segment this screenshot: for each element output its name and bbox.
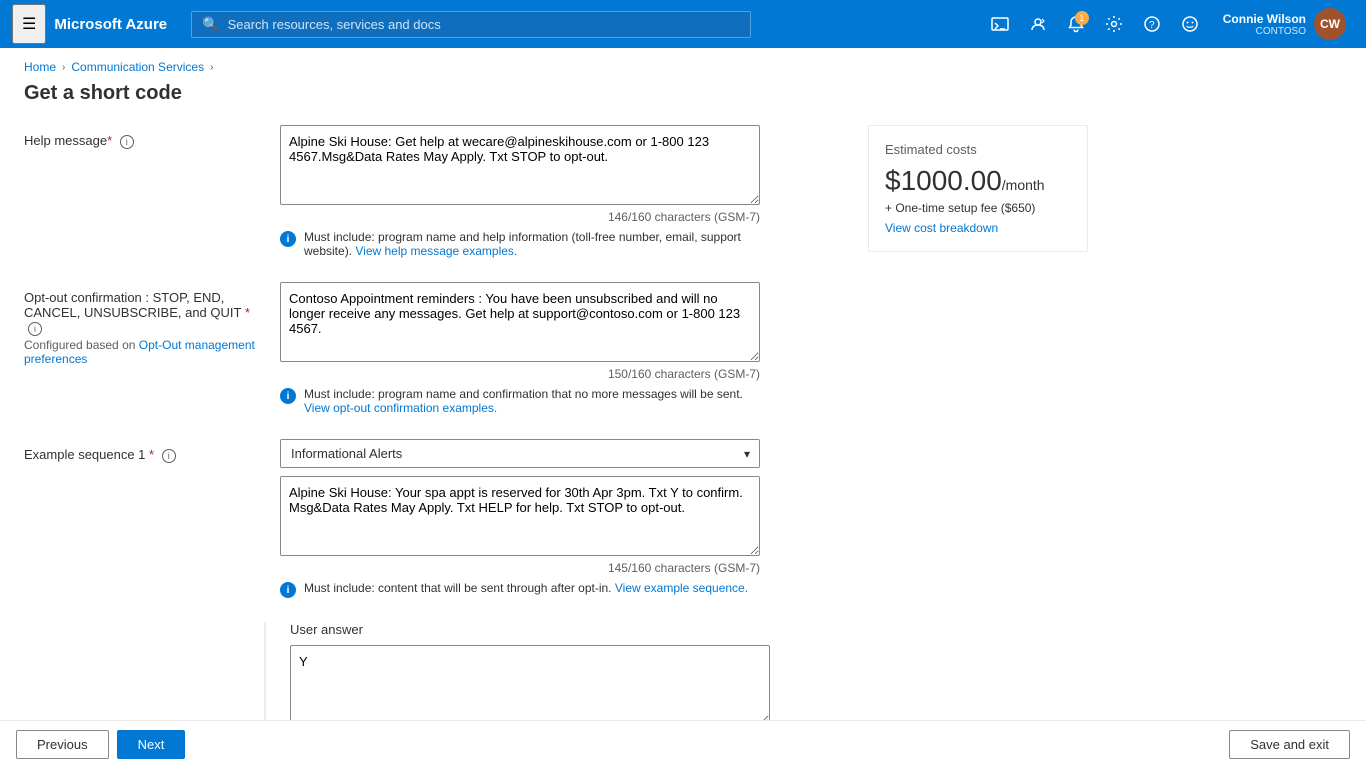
optout-info-msg: i Must include: program name and confirm…	[280, 387, 760, 415]
example-sequence-row: Example sequence 1 * i Informational Ale…	[24, 439, 844, 598]
next-button[interactable]: Next	[117, 730, 186, 759]
avatar: CW	[1314, 8, 1346, 40]
example-sequence-dropdown-container: Informational Alerts Promotional 2FA/OTP…	[280, 439, 760, 468]
main-content: Home › Communication Services › Get a sh…	[0, 48, 1366, 768]
help-message-info-circle: i	[280, 231, 296, 247]
bottom-bar: Previous Next Save and exit	[0, 720, 1366, 768]
breadcrumb-sep-1: ›	[62, 62, 65, 73]
example-sequence-info-circle: i	[280, 582, 296, 598]
cost-title: Estimated costs	[885, 142, 1071, 157]
help-message-link[interactable]: View help message examples.	[355, 244, 517, 258]
example-sequence-required: *	[149, 447, 154, 462]
user-answer-section: User answer Y 1/160 characters (GSM-7) R…	[264, 622, 844, 720]
optout-info-icon[interactable]: i	[28, 322, 42, 336]
help-button[interactable]: ?	[1135, 7, 1169, 41]
user-name: Connie Wilson	[1223, 12, 1306, 26]
example-sequence-textarea[interactable]: Alpine Ski House: Your spa appt is reser…	[280, 476, 760, 556]
user-info: Connie Wilson CONTOSO	[1223, 12, 1306, 37]
help-message-required: *	[107, 133, 112, 148]
example-sequence-label-col: Example sequence 1 * i	[24, 439, 264, 463]
help-message-char-count: 146/160 characters (GSM-7)	[280, 210, 760, 224]
optout-label-col: Opt-out confirmation : STOP, END, CANCEL…	[24, 282, 264, 366]
optout-sublabel: Configured based on Opt-Out management p…	[24, 338, 264, 366]
user-menu[interactable]: Connie Wilson CONTOSO CW	[1215, 4, 1354, 44]
help-message-textarea[interactable]: Alpine Ski House: Get help at wecare@alp…	[280, 125, 760, 205]
optout-info-circle: i	[280, 388, 296, 404]
example-sequence-info-msg: i Must include: content that will be sen…	[280, 581, 760, 598]
example-sequence-dropdown[interactable]: Informational Alerts Promotional 2FA/OTP…	[280, 439, 760, 468]
app-logo: Microsoft Azure	[54, 16, 167, 33]
help-message-info-text: Must include: program name and help info…	[304, 230, 760, 258]
breadcrumb-sep-2: ›	[210, 62, 213, 73]
example-sequence-field-col: Informational Alerts Promotional 2FA/OTP…	[280, 439, 844, 598]
content-area: Help message* i Alpine Ski House: Get he…	[0, 125, 1366, 720]
help-message-info-msg: i Must include: program name and help in…	[280, 230, 760, 258]
example-sequence-info-text: Must include: content that will be sent …	[304, 581, 748, 595]
example-sequence-label: Example sequence 1	[24, 447, 145, 462]
example-sequence-char-count: 145/160 characters (GSM-7)	[280, 561, 760, 575]
cost-amount-row: $1000.00/month	[885, 165, 1071, 197]
optout-textarea[interactable]: Contoso Appointment reminders : You have…	[280, 282, 760, 362]
help-message-info-icon[interactable]: i	[120, 135, 134, 149]
notification-badge: 1	[1075, 11, 1089, 25]
optout-label: Opt-out confirmation : STOP, END, CANCEL…	[24, 290, 241, 320]
breadcrumb-service[interactable]: Communication Services	[71, 60, 204, 74]
topnav-icon-group: 1 ?	[983, 7, 1207, 41]
cost-breakdown-link[interactable]: View cost breakdown	[885, 221, 1071, 235]
breadcrumb: Home › Communication Services ›	[0, 48, 1366, 78]
example-sequence-link[interactable]: View example sequence.	[615, 581, 748, 595]
breadcrumb-home[interactable]: Home	[24, 60, 56, 74]
cost-period: /month	[1002, 177, 1045, 193]
user-answer-textarea[interactable]: Y	[290, 645, 770, 720]
help-message-row: Help message* i Alpine Ski House: Get he…	[24, 125, 844, 258]
feedback-smiley-button[interactable]	[1173, 7, 1207, 41]
cloud-shell-button[interactable]	[983, 7, 1017, 41]
help-message-label: Help message	[24, 133, 107, 148]
optout-field-col: Contoso Appointment reminders : You have…	[280, 282, 844, 415]
notification-button[interactable]: 1	[1059, 7, 1093, 41]
user-answer-row: User answer Y 1/160 characters (GSM-7) R…	[24, 622, 844, 720]
optout-info-text: Must include: program name and confirmat…	[304, 387, 760, 415]
top-navigation: ☰ Microsoft Azure 🔍 1 ? Connie Wilson CO…	[0, 0, 1366, 48]
cost-setup-fee: + One-time setup fee ($650)	[885, 201, 1071, 215]
settings-button[interactable]	[1097, 7, 1131, 41]
help-message-field-col: Alpine Ski House: Get help at wecare@alp…	[280, 125, 844, 258]
cost-amount: $1000.00	[885, 165, 1002, 196]
hamburger-menu[interactable]: ☰	[12, 4, 46, 44]
scroll-content: Home › Communication Services › Get a sh…	[0, 48, 1366, 720]
optout-row: Opt-out confirmation : STOP, END, CANCEL…	[24, 282, 844, 415]
form-section: Help message* i Alpine Ski House: Get he…	[24, 125, 844, 720]
directory-button[interactable]	[1021, 7, 1055, 41]
search-bar: 🔍	[191, 11, 751, 38]
cost-panel: Estimated costs $1000.00/month + One-tim…	[868, 125, 1088, 252]
save-exit-button[interactable]: Save and exit	[1229, 730, 1350, 759]
svg-text:?: ?	[1149, 20, 1155, 31]
previous-button[interactable]: Previous	[16, 730, 109, 759]
page-title: Get a short code	[0, 78, 1366, 125]
optout-examples-link[interactable]: View opt-out confirmation examples.	[304, 401, 497, 415]
optout-required: *	[245, 305, 250, 320]
user-answer-label: User answer	[290, 622, 844, 637]
example-sequence-info-icon[interactable]: i	[162, 449, 176, 463]
user-org: CONTOSO	[1223, 26, 1306, 37]
search-input[interactable]	[228, 17, 741, 32]
optout-char-count: 150/160 characters (GSM-7)	[280, 367, 760, 381]
help-message-label-col: Help message* i	[24, 125, 264, 149]
search-icon: 🔍	[202, 16, 219, 33]
